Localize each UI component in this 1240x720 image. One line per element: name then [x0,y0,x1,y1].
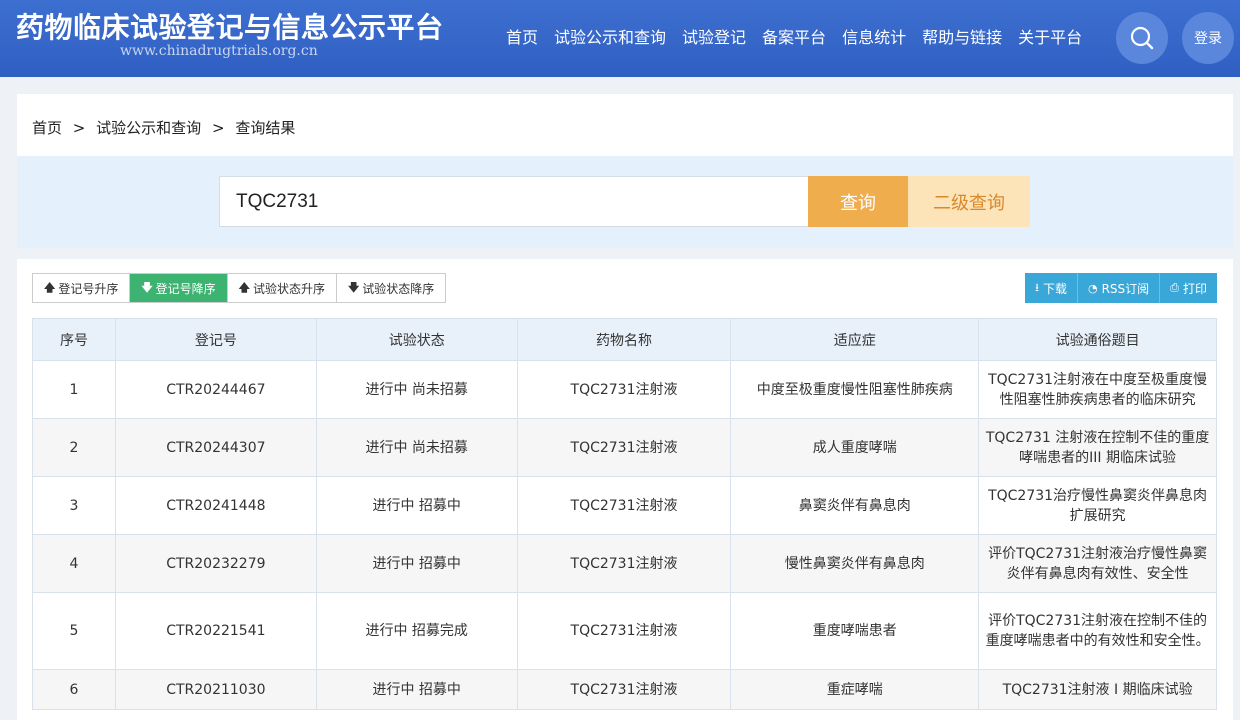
cell-indication: 鼻窦炎伴有鼻息肉 [730,476,980,535]
action-label: RSS订阅 [1101,281,1150,296]
sort-label: 登记号降序 [155,281,216,296]
print-button[interactable]: ⎙ 打印 [1160,273,1217,303]
cell-regno[interactable]: CTR20244307 [114,418,317,477]
cell-status: 进行中 招募中 [315,669,518,710]
site-logo[interactable]: 药物临床试验登记与信息公示平台 www.chinadrugtrials.org.… [16,10,444,58]
cell-indication: 重度哮喘患者 [730,592,980,670]
action-label: 下载 [1042,281,1067,296]
rss-icon: ◔ [1087,281,1098,295]
cell-status: 进行中 尚未招募 [315,418,518,477]
col-header-index: 序号 [32,318,116,361]
search-icon [1130,26,1154,50]
site-url: www.chinadrugtrials.org.cn [120,43,318,59]
cell-index: 4 [32,534,116,593]
breadcrumb-current: 查询结果 [235,119,296,137]
top-header: 药物临床试验登记与信息公示平台 www.chinadrugtrials.org.… [0,0,1240,77]
arrow-down-icon: 🡇 [141,280,153,294]
cell-index: 5 [32,592,116,670]
nav-trial-register[interactable]: 试验登记 [682,26,746,50]
table-row[interactable]: 5 CTR20221541 进行中 招募完成 TQC2731注射液 重度哮喘患者… [32,592,1217,670]
query-button[interactable]: 查询 [808,176,908,227]
breadcrumb-separator: > [72,119,86,137]
cell-indication: 成人重度哮喘 [730,418,980,477]
cell-status: 进行中 招募中 [315,534,518,593]
cell-drug: TQC2731注射液 [516,534,732,593]
col-header-status: 试验状态 [315,318,518,361]
table-header-row: 序号 登记号 试验状态 药物名称 适应症 试验通俗题目 [32,318,1217,361]
download-icon: ⭳ [1035,280,1039,294]
breadcrumb-home[interactable]: 首页 [32,119,62,137]
cell-title[interactable]: TQC2731治疗慢性鼻窦炎伴鼻息肉扩展研究 [978,476,1217,535]
search-input[interactable]: TQC2731 [219,176,809,227]
sort-label: 试验状态升序 [252,281,325,296]
download-button[interactable]: ⭳ 下载 [1025,273,1078,303]
cell-drug: TQC2731注射液 [516,418,732,477]
arrow-up-icon: 🡅 [238,280,250,294]
nav-trial-query[interactable]: 试验公示和查询 [554,26,666,50]
cell-title[interactable]: TQC2731注射液 I 期临床试验 [978,669,1217,710]
search-icon-button[interactable] [1116,12,1168,64]
cell-regno[interactable]: CTR20241448 [114,476,317,535]
cell-title[interactable]: 评价TQC2731注射液在控制不佳的重度哮喘患者中的有效性和安全性。 [978,592,1217,670]
breadcrumb: 首页 > 试验公示和查询 > 查询结果 [17,94,1233,156]
cell-drug: TQC2731注射液 [516,669,732,710]
col-header-regno: 登记号 [114,318,317,361]
cell-index: 1 [32,360,116,419]
cell-drug: TQC2731注射液 [516,476,732,535]
table-row[interactable]: 3 CTR20241448 进行中 招募中 TQC2731注射液 鼻窦炎伴有鼻息… [32,476,1217,535]
advanced-query-button[interactable]: 二级查询 [908,176,1030,227]
nav-statistics[interactable]: 信息统计 [842,26,906,50]
cell-regno[interactable]: CTR20221541 [114,592,317,670]
sort-regno-asc-button[interactable]: 🡅 登记号升序 [33,274,131,302]
sort-status-asc-button[interactable]: 🡅 试验状态升序 [227,274,337,302]
cell-indication: 慢性鼻窦炎伴有鼻息肉 [730,534,980,593]
cell-regno[interactable]: CTR20232279 [114,534,317,593]
col-header-drug: 药物名称 [516,318,732,361]
sort-label: 试验状态降序 [362,281,435,296]
main-nav: 首页 试验公示和查询 试验登记 备案平台 信息统计 帮助与链接 关于平台 [506,26,1098,50]
table-row[interactable]: 6 CTR20211030 进行中 招募中 TQC2731注射液 重症哮喘 TQ… [32,669,1217,710]
rss-button[interactable]: ◔ RSS订阅 [1077,273,1161,303]
col-header-indication: 适应症 [730,318,980,361]
breadcrumb-separator: > [211,119,225,137]
cell-status: 进行中 招募中 [315,476,518,535]
print-icon: ⎙ [1170,281,1179,294]
arrow-up-icon: 🡅 [44,280,56,294]
sort-status-desc-button[interactable]: 🡇 试验状态降序 [336,274,446,302]
cell-status: 进行中 招募完成 [315,592,518,670]
cell-index: 3 [32,476,116,535]
cell-title[interactable]: TQC2731 注射液在控制不佳的重度哮喘患者的III 期临床试验 [978,418,1217,477]
results-table: 序号 登记号 试验状态 药物名称 适应症 试验通俗题目 1 CTR2024446… [32,318,1217,710]
cell-indication: 中度至极重度慢性阻塞性肺疾病 [730,360,980,419]
cell-status: 进行中 尚未招募 [315,360,518,419]
sort-regno-desc-button[interactable]: 🡇 登记号降序 [130,274,228,302]
table-row[interactable]: 2 CTR20244307 进行中 尚未招募 TQC2731注射液 成人重度哮喘… [32,418,1217,477]
table-row[interactable]: 1 CTR20244467 进行中 尚未招募 TQC2731注射液 中度至极重度… [32,360,1217,419]
cell-regno[interactable]: CTR20244467 [114,360,317,419]
cell-title[interactable]: 评价TQC2731注射液治疗慢性鼻窦炎伴有鼻息肉有效性、安全性 [978,534,1217,593]
search-section: TQC2731 查询 二级查询 [17,156,1233,248]
site-title: 药物临床试验登记与信息公示平台 [16,11,444,44]
cell-drug: TQC2731注射液 [516,592,732,670]
cell-title[interactable]: TQC2731注射液在中度至极重度慢性阻塞性肺疾病患者的临床研究 [978,360,1217,419]
action-label: 打印 [1182,281,1207,296]
breadcrumb-trial-query[interactable]: 试验公示和查询 [96,119,201,137]
arrow-down-icon: 🡇 [347,280,360,294]
action-toolbar: ⭳ 下载 ◔ RSS订阅 ⎙ 打印 [1025,273,1217,303]
nav-about[interactable]: 关于平台 [1018,26,1082,50]
sort-toolbar: 🡅 登记号升序 🡇 登记号降序 🡅 试验状态升序 🡇 试验状态降序 [32,273,447,303]
cell-index: 2 [32,418,116,477]
results-panel: 🡅 登记号升序 🡇 登记号降序 🡅 试验状态升序 🡇 试验状态降序 ⭳ 下载 ◔ RSS订阅… [17,259,1233,720]
cell-indication: 重症哮喘 [730,669,980,710]
cell-index: 6 [32,669,116,710]
table-row[interactable]: 4 CTR20232279 进行中 招募中 TQC2731注射液 慢性鼻窦炎伴有… [32,534,1217,593]
nav-home[interactable]: 首页 [506,26,538,50]
nav-help-links[interactable]: 帮助与链接 [922,26,1002,50]
sort-label: 登记号升序 [58,281,119,296]
cell-drug: TQC2731注射液 [516,360,732,419]
login-button[interactable]: 登录 [1182,12,1234,64]
cell-regno[interactable]: CTR20211030 [114,669,317,710]
nav-filing-platform[interactable]: 备案平台 [762,26,826,50]
col-header-title: 试验通俗题目 [978,318,1217,361]
